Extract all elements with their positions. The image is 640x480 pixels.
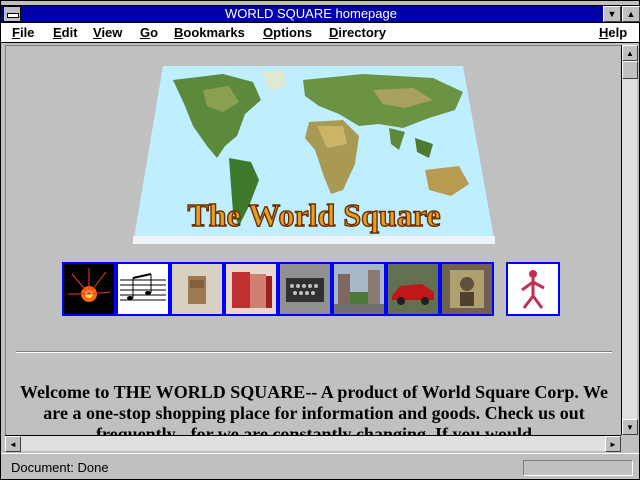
world-map-banner[interactable]: The World Square: [133, 66, 495, 246]
browser-window: WORLD SQUARE homepage ▼ ▲ File Edit View…: [0, 0, 640, 480]
progress-well: [523, 460, 633, 476]
menu-edit[interactable]: Edit: [53, 24, 78, 41]
title-bar[interactable]: WORLD SQUARE homepage ▼ ▲: [1, 5, 640, 23]
page-content: The World Square Welcome to THE WORLD SQ…: [5, 45, 621, 435]
vertical-scroll-thumb[interactable]: [622, 61, 638, 79]
menu-bar: File Edit View Go Bookmarks Options Dire…: [1, 23, 639, 43]
menu-options[interactable]: Options: [263, 24, 312, 41]
music-notes-icon[interactable]: [116, 262, 170, 316]
horizontal-rule: [16, 351, 612, 353]
menu-file[interactable]: File: [12, 24, 34, 41]
city-street-icon[interactable]: [332, 262, 386, 316]
books-icon[interactable]: [224, 262, 278, 316]
window-title: WORLD SQUARE homepage: [225, 6, 397, 21]
bag-icon[interactable]: [170, 262, 224, 316]
scroll-left-button[interactable]: ◄: [5, 436, 21, 452]
scroll-right-button[interactable]: ►: [605, 436, 621, 452]
system-menu-button[interactable]: [3, 6, 21, 22]
menu-view[interactable]: View: [93, 24, 122, 41]
painting-icon[interactable]: [440, 262, 494, 316]
fireworks-icon[interactable]: [62, 262, 116, 316]
minimize-button[interactable]: ▼: [603, 6, 621, 22]
scrollbar-corner: [621, 435, 637, 451]
horizontal-scrollbar[interactable]: ◄ ►: [5, 435, 621, 452]
scroll-up-button[interactable]: ▲: [622, 45, 638, 61]
vertical-scrollbar[interactable]: ▲ ▼: [621, 45, 638, 435]
typewriter-icon[interactable]: [278, 262, 332, 316]
menu-go[interactable]: Go: [140, 24, 158, 41]
banner-title: The World Square: [187, 197, 440, 233]
menu-directory[interactable]: Directory: [329, 24, 386, 41]
figure-icon[interactable]: [506, 262, 560, 316]
status-text: Document: Done: [11, 460, 109, 475]
maximize-button[interactable]: ▲: [622, 6, 640, 22]
status-bar: Document: Done: [1, 453, 639, 479]
welcome-text: Welcome to THE WORLD SQUARE-- A product …: [19, 382, 609, 435]
menu-bookmarks[interactable]: Bookmarks: [174, 24, 245, 41]
scroll-down-button[interactable]: ▼: [622, 419, 638, 435]
menu-help[interactable]: Help: [599, 24, 627, 41]
car-icon[interactable]: [386, 262, 440, 316]
